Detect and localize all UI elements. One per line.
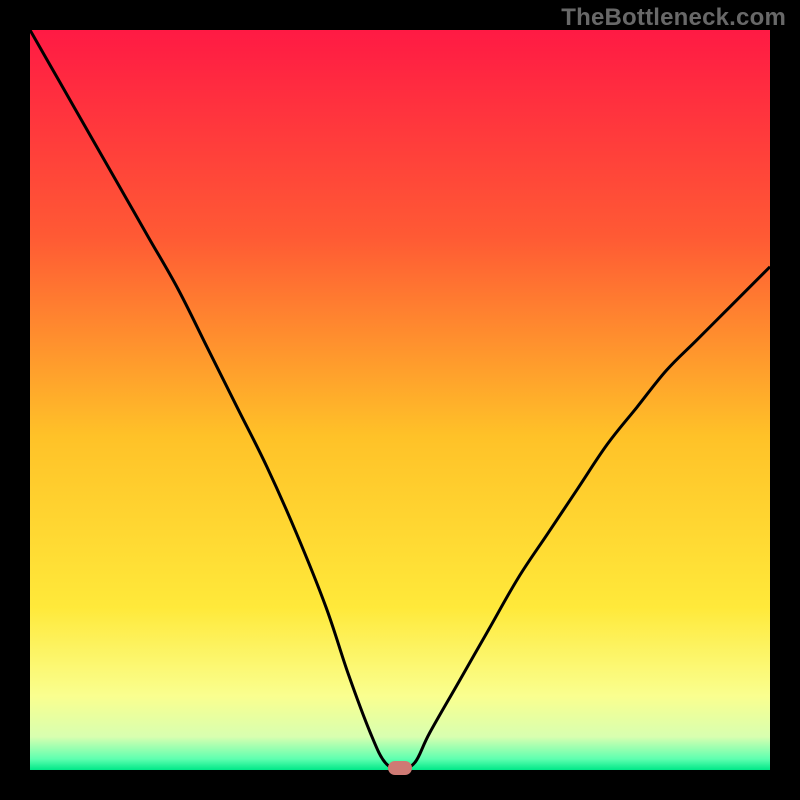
plot-svg xyxy=(30,30,770,770)
plot-area xyxy=(30,30,770,770)
min-marker xyxy=(388,761,412,775)
chart-frame: TheBottleneck.com xyxy=(0,0,800,800)
gradient-background xyxy=(30,30,770,770)
watermark-text: TheBottleneck.com xyxy=(561,4,786,32)
